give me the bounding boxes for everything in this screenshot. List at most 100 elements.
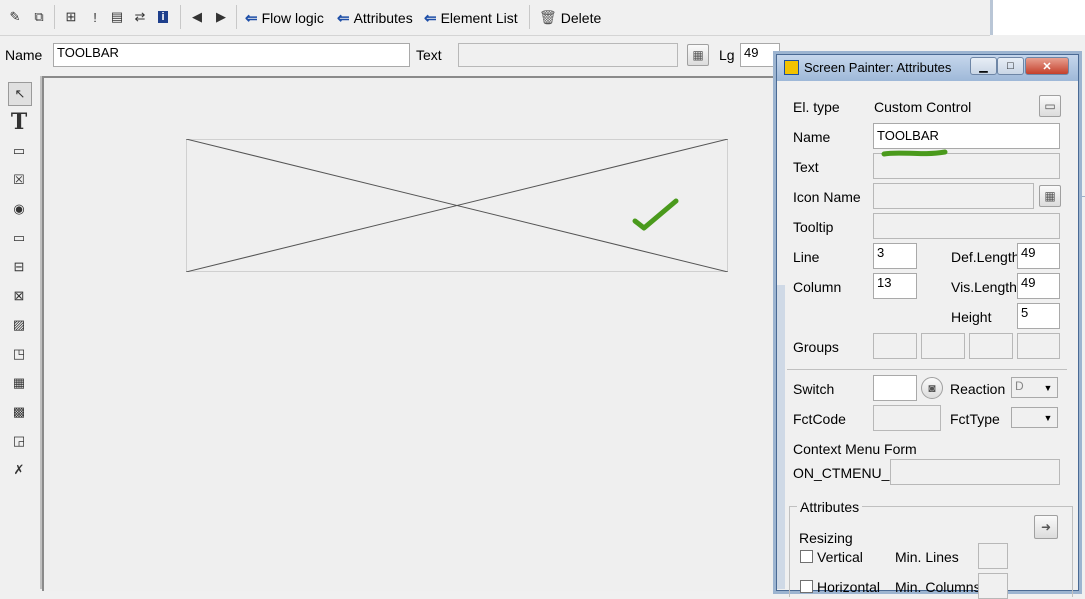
chevron-down-icon: ▼ xyxy=(1043,412,1053,423)
attributes-group-label: Attributes xyxy=(797,499,863,515)
group-4-input[interactable] xyxy=(1017,333,1060,359)
underline-annotation-icon xyxy=(881,149,948,157)
vis-length-label: Vis.Length xyxy=(951,279,1017,295)
status-icon-tool-icon[interactable]: ✗ xyxy=(8,459,30,481)
reaction-value: D xyxy=(1015,379,1024,393)
reaction-label: Reaction xyxy=(950,381,1006,397)
name-input[interactable]: TOOLBAR xyxy=(53,43,410,67)
screen-layout-icon[interactable]: ▤ xyxy=(108,8,126,26)
dialog-title: Screen Painter: Attributes xyxy=(804,60,952,75)
previous-icon[interactable]: ◀ xyxy=(188,8,206,26)
pushbutton-tool-icon[interactable]: ▭ xyxy=(8,227,30,249)
height-label: Height xyxy=(951,309,992,325)
text-label: Text xyxy=(416,47,442,63)
trash-icon: 🗑 xyxy=(539,9,557,25)
vis-length-input[interactable]: 49 xyxy=(1017,273,1060,299)
tabstrip-tool-icon[interactable]: ⊟ xyxy=(8,256,30,278)
group-2-input[interactable] xyxy=(921,333,965,359)
horizontal-checkbox[interactable] xyxy=(800,580,813,593)
icon-list-icon[interactable]: ▦ xyxy=(1039,185,1061,207)
attributes-dialog: Screen Painter: Attributes ▁ □ ✕ El. typ… xyxy=(776,54,1079,599)
min-lines-label: Min. Lines xyxy=(895,549,959,565)
vertical-checkbox[interactable] xyxy=(800,550,813,563)
element-palette: ↖ T ▭ ☒ ◉ ▭ ⊟ ⊠ ▨ ◳ ▦ ▩ ◲ ✗ xyxy=(0,76,42,589)
box-tool-icon[interactable]: ▨ xyxy=(8,314,30,336)
dlg-name-label: Name xyxy=(793,129,831,145)
activate-icon[interactable]: ǃ xyxy=(86,8,104,26)
attributes-label: Attributes xyxy=(353,10,413,26)
chevron-down-icon: ▼ xyxy=(1043,382,1053,393)
checkmark-annotation-icon xyxy=(632,198,679,231)
hierarchy-icon[interactable]: ⊞ xyxy=(62,8,80,26)
dialog-scrollbar[interactable] xyxy=(777,285,785,589)
context-menu-input[interactable] xyxy=(890,459,1060,485)
dlg-name-input[interactable]: TOOLBAR xyxy=(873,123,1060,149)
input-field-tool-icon[interactable]: ▭ xyxy=(8,140,30,162)
maximize-icon[interactable]: □ xyxy=(997,57,1024,75)
line-input[interactable]: 3 xyxy=(873,243,917,269)
lg-label: Lg xyxy=(719,47,735,63)
groups-label: Groups xyxy=(793,339,839,355)
tabstrip-wizard-icon[interactable]: ⊠ xyxy=(8,285,30,307)
delete-button[interactable]: 🗑 Delete xyxy=(539,9,601,26)
group-1-input[interactable] xyxy=(873,333,917,359)
check-syntax-icon[interactable]: ✎ xyxy=(6,8,24,26)
table-control-tool-icon[interactable]: ▦ xyxy=(8,372,30,394)
navigate-icon[interactable]: ⇄ xyxy=(131,8,149,26)
el-type-value: Custom Control xyxy=(874,99,972,115)
icon-name-input[interactable] xyxy=(873,183,1034,209)
def-length-input[interactable]: 49 xyxy=(1017,243,1060,269)
name-label: Name xyxy=(5,47,43,63)
reaction-select[interactable]: D ▼ xyxy=(1011,377,1058,398)
lg-input[interactable]: 49 xyxy=(740,43,780,67)
checkbox-tool-icon[interactable]: ☒ xyxy=(8,169,30,191)
attributes-button[interactable]: ⇐ Attributes xyxy=(337,9,413,27)
pointer-tool-icon[interactable]: ↖ xyxy=(8,82,32,106)
line-label: Line xyxy=(793,249,820,265)
height-input[interactable]: 5 xyxy=(1017,303,1060,329)
min-columns-input[interactable] xyxy=(978,573,1008,599)
context-menu-label: Context Menu Form xyxy=(793,441,917,457)
table-control-wizard-icon[interactable]: ▩ xyxy=(8,401,30,423)
close-icon[interactable]: ✕ xyxy=(1025,57,1069,75)
group-3-input[interactable] xyxy=(969,333,1013,359)
text-input[interactable] xyxy=(458,43,678,67)
element-list-label: Element List xyxy=(440,10,518,26)
custom-control-tool-icon[interactable]: ◲ xyxy=(8,430,30,452)
background-window xyxy=(990,0,1085,35)
flow-logic-label: Flow logic xyxy=(261,10,324,26)
arrow-left-icon: ⇐ xyxy=(245,10,258,27)
arrow-left-icon: ⇐ xyxy=(424,10,437,27)
element-list-button[interactable]: ⇐ Element List xyxy=(424,9,518,27)
min-lines-input[interactable] xyxy=(978,543,1008,569)
fctcode-input[interactable] xyxy=(873,405,941,431)
flow-logic-button[interactable]: ⇐ Flow logic xyxy=(245,9,324,27)
text-field-tool-icon[interactable]: T xyxy=(8,109,30,135)
fcttype-select[interactable]: ▼ xyxy=(1011,407,1058,428)
minimize-icon[interactable]: ▁ xyxy=(970,57,997,75)
subscreen-tool-icon[interactable]: ◳ xyxy=(8,343,30,365)
screen-painter-app-icon xyxy=(784,60,799,75)
application-toolbar: ✎ ⧉ ⊞ ǃ ▤ ⇄ i ◀ ▶ ⇐ Flow logic ⇐ Attribu… xyxy=(0,0,990,36)
information-icon[interactable]: i xyxy=(154,8,172,26)
def-length-label: Def.Length xyxy=(951,249,1020,265)
dialog-title-bar[interactable]: Screen Painter: Attributes ▁ □ ✕ xyxy=(777,55,1078,81)
dictionary-list-icon[interactable]: ▦ xyxy=(687,44,709,66)
resizing-label: Resizing xyxy=(799,530,853,546)
column-input[interactable]: 13 xyxy=(873,273,917,299)
next-icon[interactable]: ▶ xyxy=(212,8,230,26)
el-type-label: El. type xyxy=(793,99,840,115)
fctcode-label: FctCode xyxy=(793,411,846,427)
column-label: Column xyxy=(793,279,842,295)
delete-label: Delete xyxy=(560,9,602,26)
other-object-icon[interactable]: ⧉ xyxy=(30,8,48,26)
tooltip-label: Tooltip xyxy=(793,219,834,235)
switch-input[interactable] xyxy=(873,375,917,401)
arrow-right-icon[interactable]: ➜ xyxy=(1034,515,1058,539)
fcttype-label: FctType xyxy=(950,411,1000,427)
element-type-icon[interactable]: ▭ xyxy=(1039,95,1061,117)
tooltip-input[interactable] xyxy=(873,213,1060,239)
switch-search-icon[interactable]: ◙ xyxy=(921,377,943,399)
radio-button-tool-icon[interactable]: ◉ xyxy=(8,198,30,220)
min-columns-label: Min. Columns xyxy=(895,579,981,595)
